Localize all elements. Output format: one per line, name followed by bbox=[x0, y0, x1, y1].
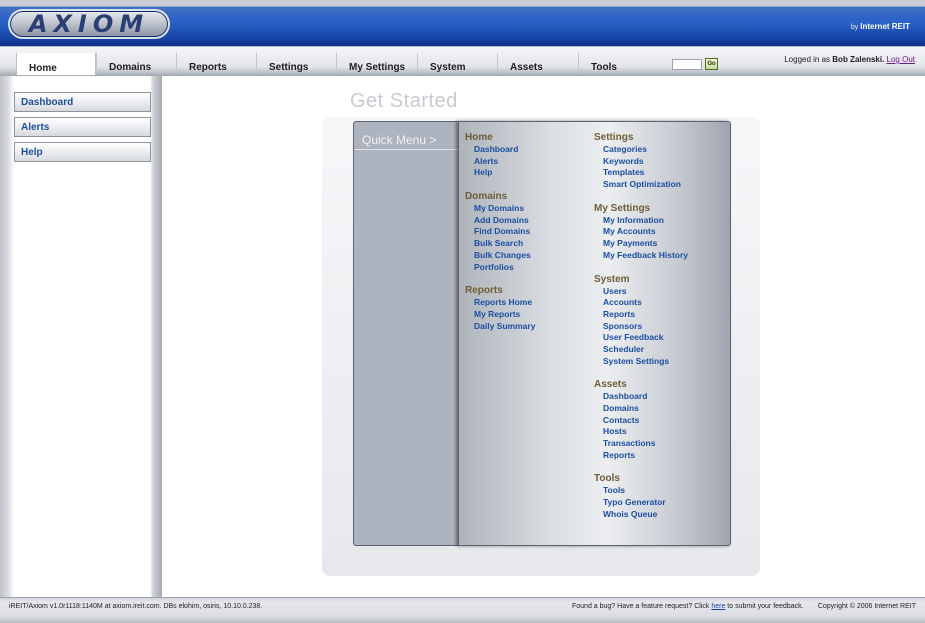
menu-link-my-feedback-history[interactable]: My Feedback History bbox=[594, 250, 688, 262]
menu-gap bbox=[594, 191, 688, 203]
menu-link-my-accounts[interactable]: My Accounts bbox=[594, 226, 688, 238]
sidebar-item-alerts[interactable]: Alerts bbox=[14, 117, 151, 137]
feedback-link[interactable]: here bbox=[711, 603, 725, 610]
menu-link-templates[interactable]: Templates bbox=[594, 167, 688, 179]
main-content: Get Started Quick Menu > Home Dashboard Al… bbox=[162, 76, 925, 597]
menu-link-bulk-search[interactable]: Bulk Search bbox=[465, 238, 535, 250]
quick-menu-divider bbox=[354, 149, 459, 150]
logout-link[interactable]: Log Out bbox=[887, 55, 915, 64]
menu-link-my-information[interactable]: My Information bbox=[594, 215, 688, 227]
sidebar: Dashboard Alerts Help bbox=[0, 76, 162, 597]
menu-link-bulk-changes[interactable]: Bulk Changes bbox=[465, 250, 535, 262]
quick-menu-label: Quick Menu > bbox=[362, 133, 437, 147]
menu-link-reports[interactable]: Reports bbox=[594, 450, 688, 462]
menu-link-domains[interactable]: Domains bbox=[594, 403, 688, 415]
sidebar-item-help[interactable]: Help bbox=[14, 142, 151, 162]
tab-home[interactable]: Home bbox=[16, 53, 96, 81]
menu-heading-assets: Assets bbox=[594, 379, 627, 391]
menu-link-system-settings[interactable]: System Settings bbox=[594, 356, 688, 368]
menu-link-alerts[interactable]: Alerts bbox=[465, 156, 535, 168]
menu-link-scheduler[interactable]: Scheduler bbox=[594, 344, 688, 356]
menu-link-dashboard[interactable]: Dashboard bbox=[465, 144, 535, 156]
menu-heading-tools: Tools bbox=[594, 473, 620, 485]
footer-feedback: Found a bug? Have a feature request? Cli… bbox=[572, 603, 804, 610]
byline-brand: Internet REIT bbox=[860, 22, 910, 31]
menu-link-dashboard[interactable]: Dashboard bbox=[594, 391, 688, 403]
menu-link-help[interactable]: Help bbox=[465, 167, 535, 179]
app-header: AXIOM by Internet REIT bbox=[0, 0, 925, 46]
search-input[interactable] bbox=[672, 59, 702, 70]
menu-heading-my-settings: My Settings bbox=[594, 202, 651, 214]
menu-link-users[interactable]: Users bbox=[594, 286, 688, 298]
menu-link-accounts[interactable]: Accounts bbox=[594, 297, 688, 309]
menu-gap bbox=[594, 367, 688, 379]
user-name: Bob Zalenski. bbox=[832, 55, 885, 64]
menu-gap bbox=[594, 262, 688, 274]
menu-heading-reports: Reports bbox=[465, 285, 503, 297]
menu-link-reports[interactable]: Reports bbox=[594, 309, 688, 321]
menu-link-daily-summary[interactable]: Daily Summary bbox=[465, 321, 535, 333]
menu-link-whois-queue[interactable]: Whois Queue bbox=[594, 509, 688, 521]
menu-link-transactions[interactable]: Transactions bbox=[594, 438, 688, 450]
footer-copyright: Copyright © 2006 Internet REIT bbox=[817, 603, 916, 610]
menu-gap bbox=[594, 461, 688, 473]
menu-link-my-domains[interactable]: My Domains bbox=[465, 203, 535, 215]
page-title: Get Started bbox=[350, 90, 458, 112]
main-nav: Home Domains Reports Settings My Settings Sys… bbox=[0, 46, 925, 81]
footer-feedback-after: to submit your feedback. bbox=[727, 603, 804, 610]
quick-menu-column-2: Settings Categories Keywords Templates Smart… bbox=[594, 132, 688, 521]
menu-heading-settings: Settings bbox=[594, 132, 634, 143]
tab-domains[interactable]: Domains bbox=[96, 53, 176, 74]
menu-link-find-domains[interactable]: Find Domains bbox=[465, 226, 535, 238]
menu-heading-home: Home bbox=[465, 132, 493, 143]
menu-gap bbox=[465, 179, 535, 191]
menu-heading-domains: Domains bbox=[465, 191, 508, 203]
login-status: Logged in as Bob Zalenski. Log Out bbox=[784, 55, 915, 64]
menu-link-keywords[interactable]: Keywords bbox=[594, 156, 688, 168]
menu-link-my-payments[interactable]: My Payments bbox=[594, 238, 688, 250]
footer-feedback-before: Found a bug? Have a feature request? Cli… bbox=[572, 603, 710, 610]
menu-heading-system: System bbox=[594, 273, 630, 285]
menu-link-portfolios[interactable]: Portfolios bbox=[465, 262, 535, 274]
go-button[interactable]: Go bbox=[705, 58, 718, 70]
tab-system[interactable]: System bbox=[417, 53, 497, 74]
menu-link-reports-home[interactable]: Reports Home bbox=[465, 297, 535, 309]
menu-link-categories[interactable]: Categories bbox=[594, 144, 688, 156]
tab-assets[interactable]: Assets bbox=[497, 53, 577, 74]
byline-prefix: by bbox=[850, 24, 859, 31]
tab-my-settings[interactable]: My Settings bbox=[336, 53, 416, 74]
footer: iREIT/Axiom v1.0r1118:1140M at axiom.ire… bbox=[0, 597, 925, 623]
tab-reports[interactable]: Reports bbox=[176, 53, 256, 74]
axiom-logo[interactable]: AXIOM bbox=[8, 9, 170, 39]
quick-menu-sidebar bbox=[353, 121, 459, 546]
menu-link-add-domains[interactable]: Add Domains bbox=[465, 215, 535, 227]
quick-menu-column-1: Home Dashboard Alerts Help Domains My Domains… bbox=[465, 132, 535, 332]
menu-link-hosts[interactable]: Hosts bbox=[594, 426, 688, 438]
footer-version: iREIT/Axiom v1.0r1118:1140M at axiom.ire… bbox=[9, 603, 263, 610]
sidebar-item-dashboard[interactable]: Dashboard bbox=[14, 92, 151, 112]
menu-link-user-feedback[interactable]: User Feedback bbox=[594, 332, 688, 344]
menu-link-tools[interactable]: Tools bbox=[594, 485, 688, 497]
menu-link-my-reports[interactable]: My Reports bbox=[465, 309, 535, 321]
menu-link-contacts[interactable]: Contacts bbox=[594, 415, 688, 427]
menu-link-sponsors[interactable]: Sponsors bbox=[594, 321, 688, 333]
login-prefix: Logged in as bbox=[784, 55, 831, 64]
menu-link-typo-generator[interactable]: Typo Generator bbox=[594, 497, 688, 509]
logo-text: AXIOM bbox=[28, 10, 150, 38]
byline: by Internet REIT bbox=[851, 22, 910, 31]
tab-settings[interactable]: Settings bbox=[256, 53, 336, 74]
menu-link-smart-optimization[interactable]: Smart Optimization bbox=[594, 179, 688, 191]
menu-gap bbox=[465, 273, 535, 285]
tab-tools[interactable]: Tools bbox=[578, 53, 658, 74]
